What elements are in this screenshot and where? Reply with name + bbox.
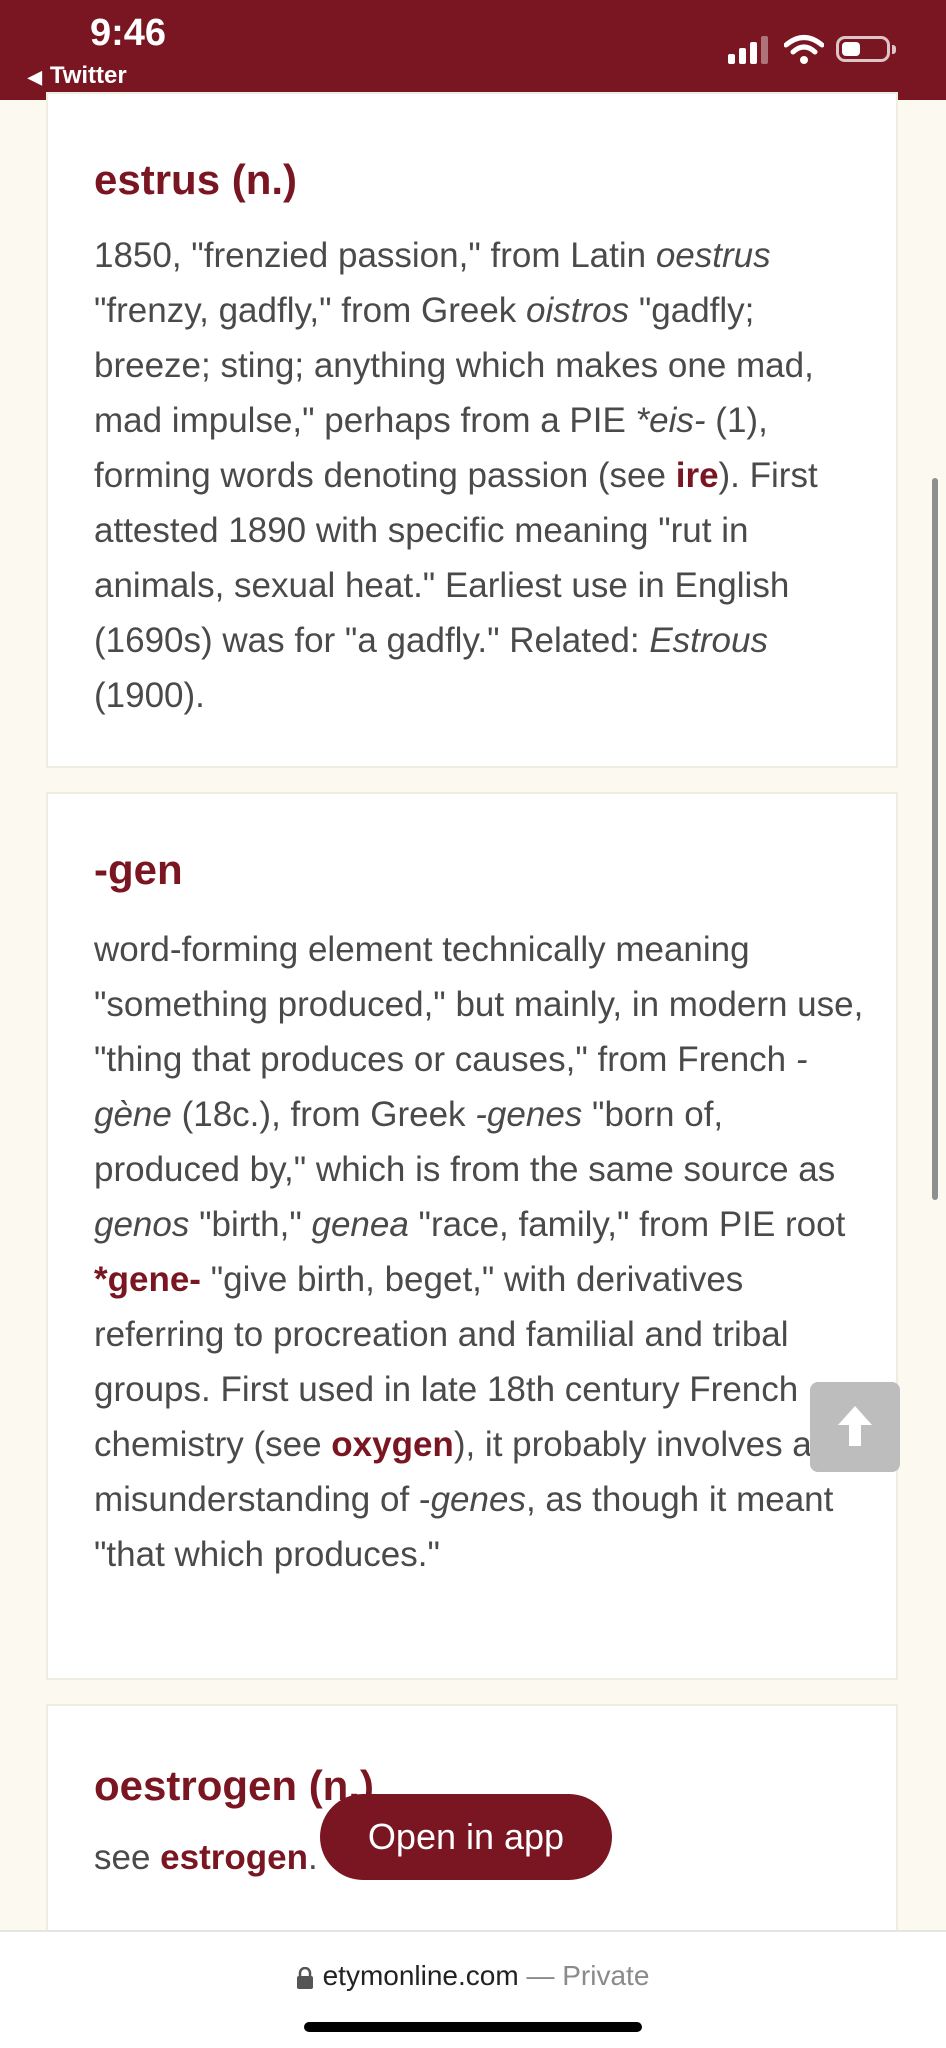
italic-term: oistros xyxy=(526,291,630,330)
entry-headword: -gen xyxy=(94,846,183,893)
open-in-app-button[interactable]: Open in app xyxy=(320,1794,612,1880)
wifi-icon xyxy=(784,35,824,64)
italic-term: genea xyxy=(311,1205,409,1244)
arrow-up-icon xyxy=(838,1406,872,1446)
italic-term: -gène xyxy=(94,1040,808,1134)
entry-definition: word-forming element technically meaning… xyxy=(94,930,864,1574)
italic-term: -genes xyxy=(475,1095,583,1134)
italic-term: oestrus xyxy=(655,236,771,275)
back-triangle-icon: ◀ xyxy=(28,67,42,87)
status-time: 9:46 xyxy=(90,12,167,54)
home-indicator[interactable] xyxy=(304,2022,642,2032)
status-bar: 9:46 ◀ Twitter xyxy=(0,0,946,100)
back-app-label: Twitter xyxy=(49,62,127,89)
back-to-app-link[interactable]: ◀ Twitter xyxy=(28,62,127,90)
entry-definition: 1850, "frenzied passion," from Latin oes… xyxy=(94,236,818,715)
private-label: — Private xyxy=(518,1960,650,1991)
lock-icon xyxy=(296,1966,313,1989)
page-scrollbar[interactable] xyxy=(932,478,938,1200)
cross-reference-link[interactable]: ire xyxy=(676,456,719,495)
cellular-signal-icon xyxy=(728,36,768,64)
entry-headword: estrus (n.) xyxy=(94,156,298,203)
cross-reference-link[interactable]: *gene- xyxy=(94,1260,201,1299)
italic-term: genos xyxy=(94,1205,190,1244)
italic-term: genes xyxy=(430,1480,526,1519)
browser-toolbar: etymonline.com — Private xyxy=(0,1930,946,2048)
battery-icon xyxy=(836,36,896,62)
cross-reference-link[interactable]: oxygen xyxy=(331,1425,454,1464)
address-bar[interactable]: etymonline.com — Private xyxy=(0,1960,946,1992)
entry-headword: oestrogen (n.) xyxy=(94,1762,374,1809)
cross-reference-link[interactable]: estrogen xyxy=(160,1838,308,1877)
scroll-to-top-button[interactable] xyxy=(810,1382,900,1472)
url-domain: etymonline.com xyxy=(322,1960,519,1991)
italic-term: *eis- xyxy=(635,401,706,440)
entry-card-estrus: estrus (n.) 1850, "frenzied passion," fr… xyxy=(46,92,898,768)
entry-card-gen: -gen word-forming element technically me… xyxy=(46,792,898,1680)
italic-term: Estrous xyxy=(649,621,768,660)
